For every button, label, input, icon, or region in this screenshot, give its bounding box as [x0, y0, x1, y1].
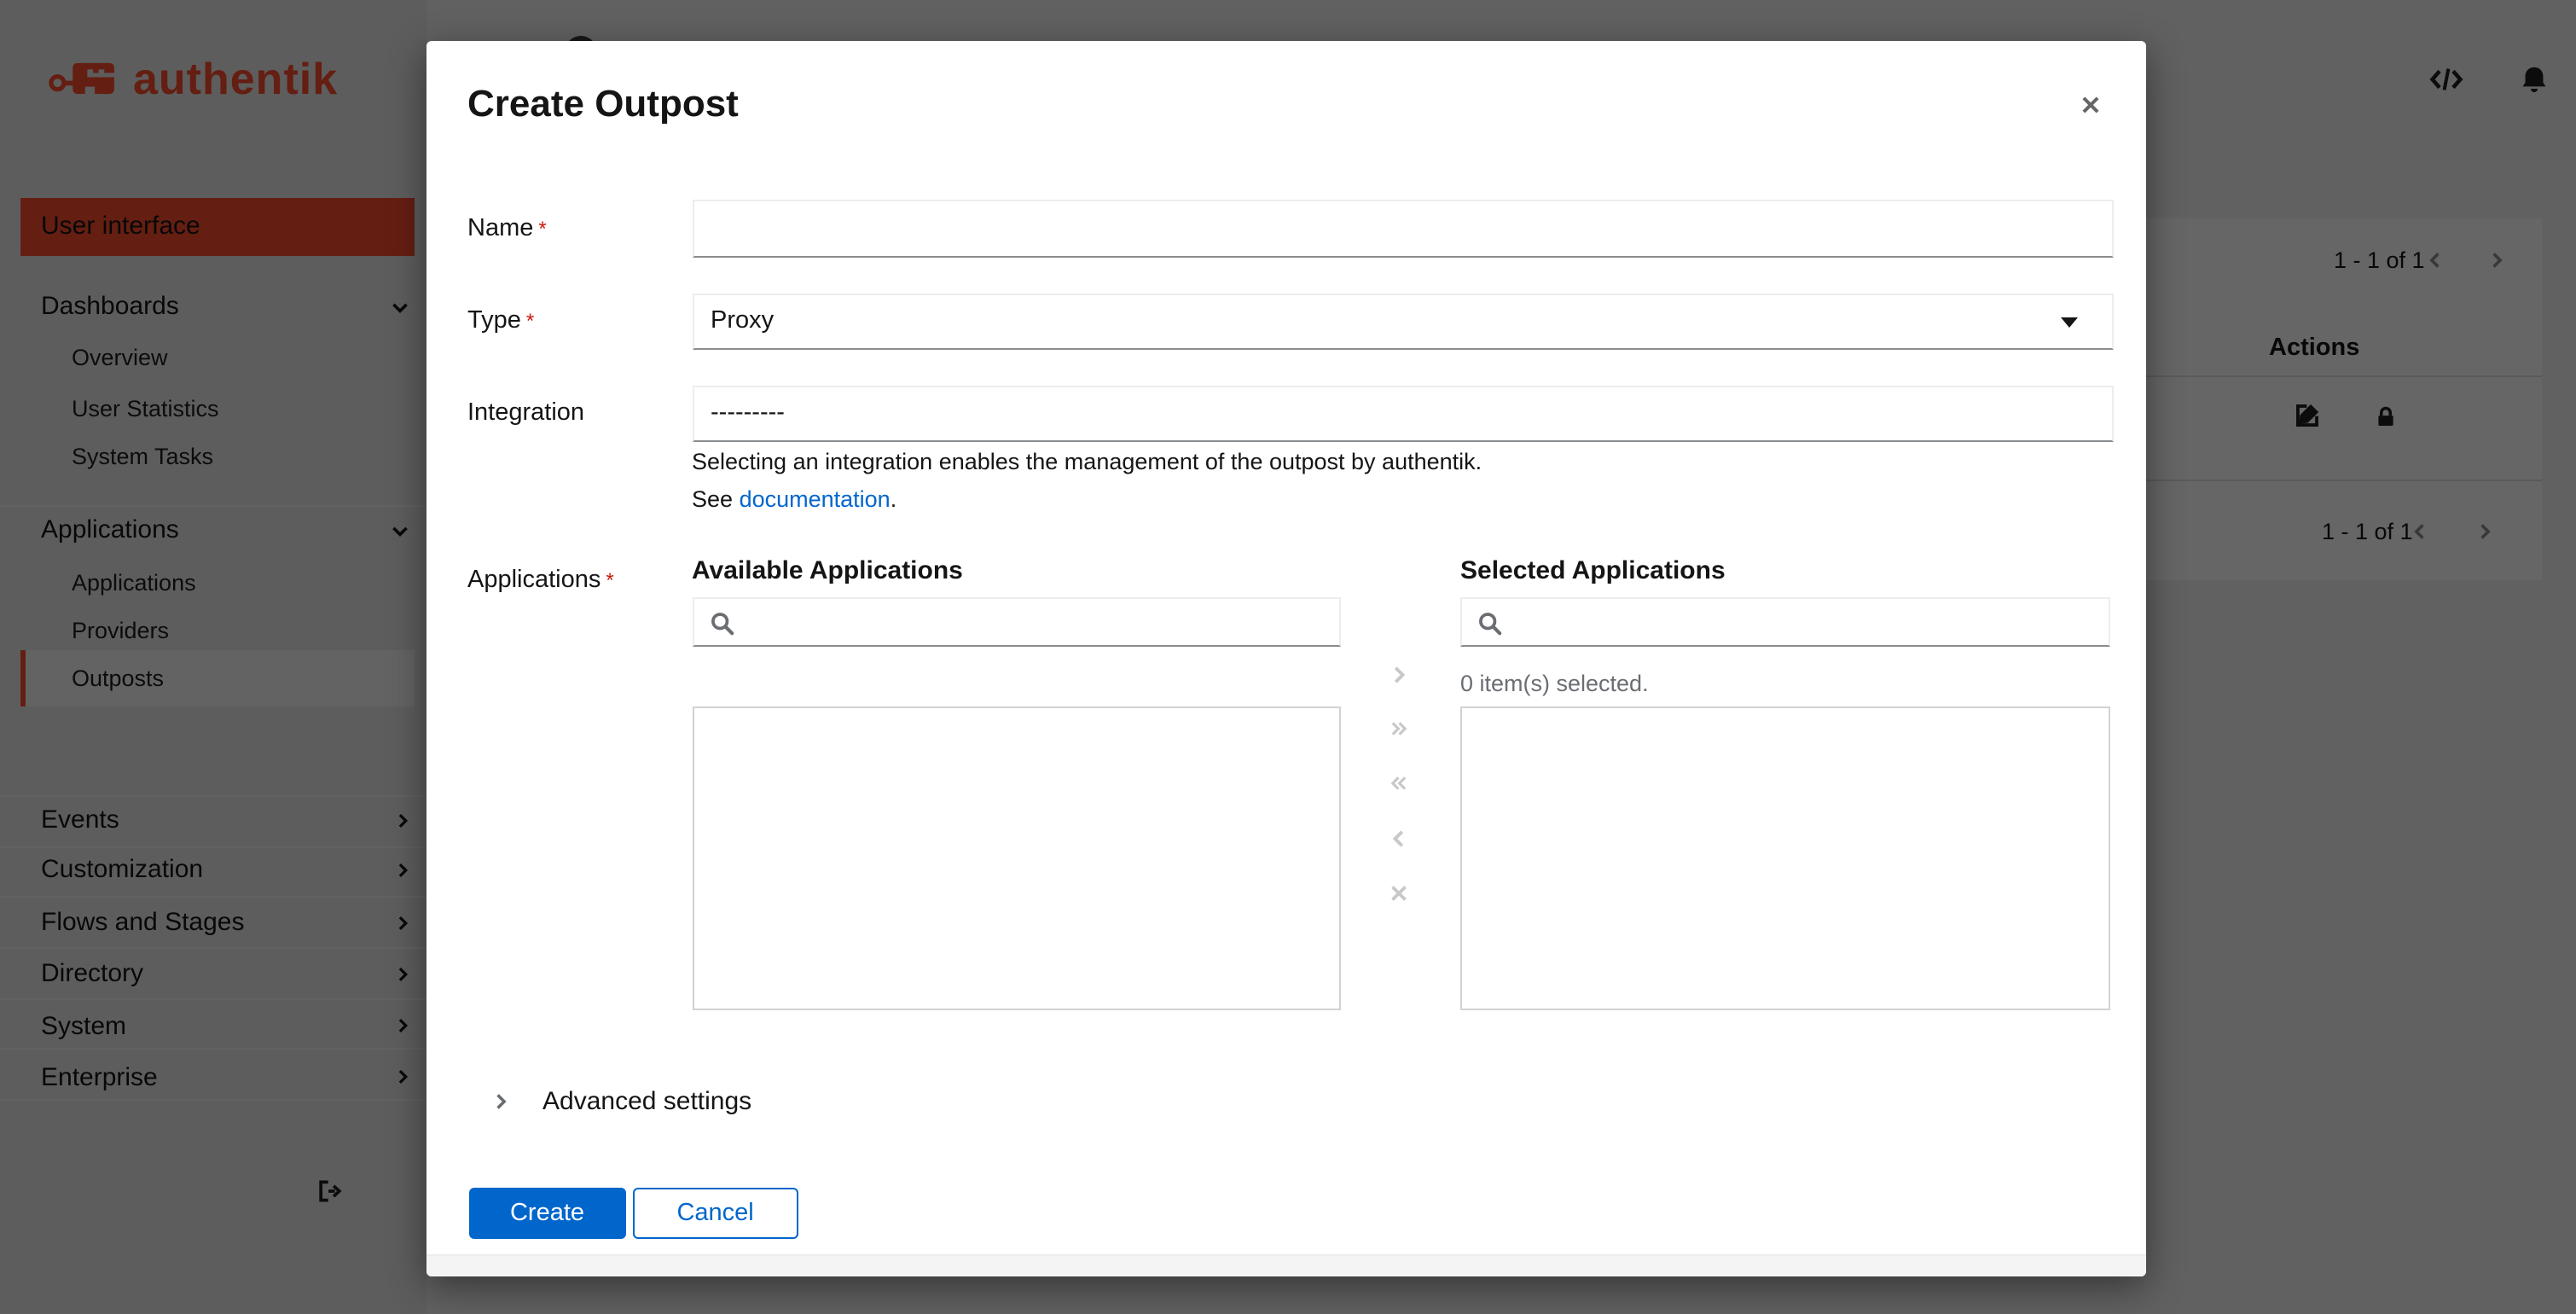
double-chevron-right-icon: [1389, 716, 1409, 740]
screen: authentik User interface Dashboards Over…: [0, 0, 2576, 1314]
integration-help-text: Selecting an integration enables the man…: [692, 449, 1482, 474]
advanced-settings-toggle[interactable]: Advanced settings: [491, 1085, 751, 1116]
chevron-right-icon: [491, 1091, 510, 1110]
integration-doc-line: See documentation.: [692, 486, 896, 514]
selected-search-input[interactable]: [1510, 602, 2105, 644]
advanced-settings-label: Advanced settings: [542, 1086, 752, 1115]
create-button[interactable]: Create: [468, 1188, 626, 1238]
move-selected-right-button[interactable]: [1378, 654, 1419, 695]
chevron-right-icon: [1389, 663, 1409, 685]
available-applications-list[interactable]: [692, 706, 1341, 1010]
modal-title: Create Outpost: [467, 82, 739, 125]
selected-applications-list[interactable]: [1460, 706, 2109, 1010]
search-icon: [1477, 610, 1503, 636]
cross-icon: [1389, 882, 1409, 904]
move-all-left-button[interactable]: [1378, 763, 1419, 804]
move-selected-left-button[interactable]: [1378, 817, 1419, 858]
name-input[interactable]: [692, 200, 2113, 258]
search-icon: [709, 610, 734, 636]
applications-label-text: Applications: [467, 566, 601, 593]
integration-label-text: Integration: [467, 398, 585, 426]
integration-field-label: Integration: [467, 398, 584, 427]
name-field-label: Name *: [467, 214, 547, 243]
selected-count-status: 0 item(s) selected.: [1460, 670, 1649, 695]
close-icon[interactable]: [2068, 82, 2112, 126]
move-all-right-button[interactable]: [1378, 707, 1419, 748]
required-asterisk: *: [525, 309, 535, 333]
documentation-link[interactable]: documentation: [740, 486, 891, 512]
select-caret-icon: [2060, 317, 2077, 328]
type-select[interactable]: Proxy: [692, 293, 2113, 350]
see-text: See: [692, 486, 740, 512]
clear-selection-button[interactable]: [1378, 873, 1419, 914]
close-x-glyph: [2079, 93, 2101, 115]
create-outpost-modal: Create Outpost Name * Type * Proxy Integra…: [426, 41, 2146, 1276]
cancel-button[interactable]: Cancel: [632, 1188, 798, 1238]
modal-footer-band: [426, 1254, 2146, 1276]
required-asterisk: *: [606, 567, 614, 591]
integration-select-value: ---------: [711, 399, 785, 427]
required-asterisk: *: [538, 216, 547, 240]
period-text: .: [890, 486, 897, 512]
chevron-left-icon: [1389, 827, 1409, 849]
available-applications-title: Available Applications: [692, 556, 963, 585]
stage: authentik User interface Dashboards Over…: [0, 0, 2576, 1314]
type-select-value: Proxy: [711, 307, 775, 335]
type-label-text: Type: [467, 307, 521, 334]
name-label-text: Name: [467, 214, 534, 241]
applications-field-label: Applications *: [467, 566, 614, 595]
available-search-box: [692, 596, 1341, 646]
available-search-input[interactable]: [741, 602, 1337, 644]
double-chevron-left-icon: [1389, 771, 1409, 795]
selected-search-box: [1460, 596, 2109, 646]
selected-applications-title: Selected Applications: [1460, 556, 1726, 585]
type-field-label: Type *: [467, 307, 534, 336]
integration-select[interactable]: ---------: [692, 385, 2113, 441]
